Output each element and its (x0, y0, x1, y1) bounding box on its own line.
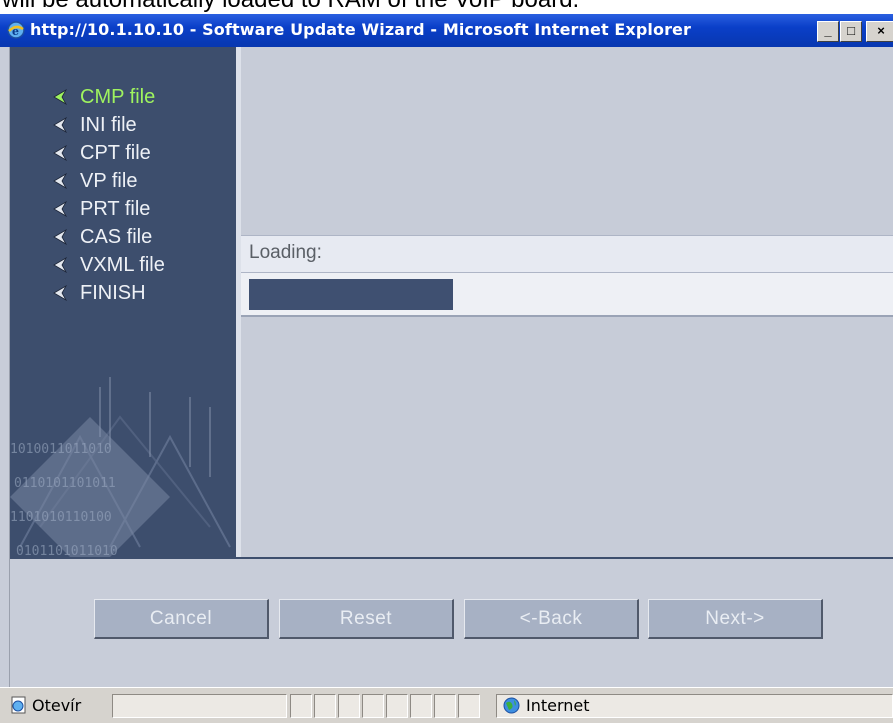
svg-text:0110101101011: 0110101101011 (14, 476, 116, 491)
svg-text:1010011011010: 1010011011010 (10, 442, 112, 457)
status-progress-field (112, 694, 287, 718)
maximize-button[interactable]: □ (840, 21, 862, 42)
arrow-bullet-icon (53, 200, 68, 218)
arrow-bullet-icon (53, 116, 68, 134)
wizard-step-label: CPT file (80, 142, 151, 164)
loading-row: Loading: (241, 235, 893, 273)
status-pane (386, 694, 408, 718)
page-icon (11, 696, 26, 714)
wizard-main-panel: Loading: (241, 47, 893, 557)
wizard-step-panel: CMP file INI file CPT file VP file PRT file C… (10, 47, 241, 557)
wizard-step-finish: FINISH (10, 281, 165, 309)
status-text: Otevír (32, 696, 82, 715)
minimize-button[interactable]: _ (817, 21, 839, 42)
wizard-step-label: FINISH (80, 282, 146, 304)
wizard-step-label: PRT file (80, 198, 151, 220)
arrow-bullet-icon (53, 144, 68, 162)
title-bar[interactable]: e http://10.1.10.10 - Software Update Wi… (0, 14, 893, 47)
wizard-step-label: CAS file (80, 226, 153, 248)
cancel-button[interactable]: Cancel (94, 599, 269, 639)
status-pane (362, 694, 384, 718)
decorative-logo-graphic: 1010011011010 0110101101011 110101011010… (10, 377, 231, 557)
status-zone: Internet (526, 696, 590, 715)
progress-bar (241, 273, 893, 317)
wizard-step-cmp-file: CMP file (10, 85, 165, 113)
status-pane (314, 694, 336, 718)
wizard-content: CMP file INI file CPT file VP file PRT file C… (10, 47, 893, 557)
arrow-bullet-icon (53, 228, 68, 246)
arrow-bullet-icon (53, 172, 68, 190)
loading-label: Loading: (249, 242, 322, 263)
status-pane (434, 694, 456, 718)
wizard-step-label: VP file (80, 170, 138, 192)
wizard-step-label: VXML file (80, 254, 165, 276)
wizard-step-list: CMP file INI file CPT file VP file PRT file C… (10, 85, 165, 309)
wizard-step-ini-file: INI file (10, 113, 165, 141)
back-button[interactable]: <-Back (464, 599, 639, 639)
reset-button[interactable]: Reset (279, 599, 454, 639)
arrow-bullet-icon (53, 256, 68, 274)
close-button[interactable]: × (866, 21, 893, 42)
status-bar: Otevír Internet (0, 687, 893, 723)
status-pane (290, 694, 312, 718)
ie-globe-icon: e (7, 21, 25, 39)
wizard-button-bar: Cancel Reset <-Back Next-> (10, 557, 893, 689)
status-pane (410, 694, 432, 718)
arrow-bullet-icon (53, 88, 68, 106)
next-button[interactable]: Next-> (648, 599, 823, 639)
wizard-step-prt-file: PRT file (10, 197, 165, 225)
window-left-border (0, 47, 10, 687)
arrow-bullet-icon (53, 284, 68, 302)
progress-fill (249, 279, 453, 310)
svg-text:e: e (12, 25, 19, 38)
svg-text:0101101011010: 0101101011010 (16, 544, 118, 557)
wizard-step-vp-file: VP file (10, 169, 165, 197)
wizard-step-cas-file: CAS file (10, 225, 165, 253)
status-pane (458, 694, 480, 718)
wizard-step-label: CMP file (80, 86, 156, 108)
svg-text:1101010110100: 1101010110100 (10, 510, 112, 525)
wizard-step-vxml-file: VXML file (10, 253, 165, 281)
wizard-step-label: INI file (80, 114, 137, 136)
wizard-step-cpt-file: CPT file (10, 141, 165, 169)
status-pane (338, 694, 360, 718)
window-title: http://10.1.10.10 - Software Update Wiza… (30, 20, 691, 39)
globe-icon (503, 697, 520, 714)
